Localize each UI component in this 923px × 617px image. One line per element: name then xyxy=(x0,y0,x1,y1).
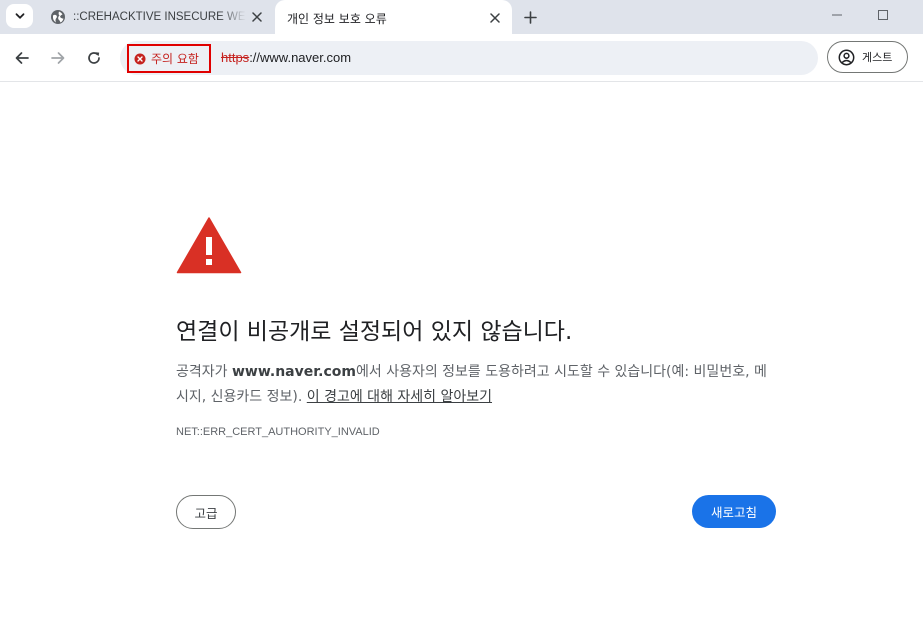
security-chip[interactable]: 주의 요함 xyxy=(127,44,211,73)
tab-crehacktive[interactable]: ::CREHACKTIVE INSECURE WEBSITE xyxy=(38,0,274,34)
new-tab-button[interactable] xyxy=(518,5,542,29)
learn-more-link[interactable]: 이 경고에 대해 자세히 알아보기 xyxy=(307,389,492,405)
arrow-right-icon xyxy=(51,52,65,64)
security-chip-label: 주의 요함 xyxy=(151,52,199,66)
url-host: ://www.naver.com xyxy=(249,50,352,65)
reload-toolbar-button[interactable] xyxy=(80,44,108,72)
close-icon xyxy=(490,13,500,23)
warning-triangle-icon xyxy=(176,217,242,274)
chevron-down-icon xyxy=(15,13,24,19)
url-text[interactable]: https://www.naver.com xyxy=(221,50,351,65)
arrow-left-icon xyxy=(15,52,29,64)
reload-icon xyxy=(88,52,100,64)
reload-page-button[interactable]: 새로고침 xyxy=(692,495,776,528)
error-circle-icon xyxy=(134,53,146,64)
maximize-icon xyxy=(878,10,888,20)
account-circle-icon xyxy=(838,49,855,65)
plus-icon xyxy=(523,10,537,24)
url-scheme: https xyxy=(221,50,250,65)
toolbar: 주의 요함 https://www.naver.com 게스트 xyxy=(0,34,923,82)
back-button[interactable] xyxy=(8,44,36,72)
desc-prefix: 공격자가 xyxy=(176,364,232,380)
tab-privacy-error[interactable]: 개인 정보 보호 오류 xyxy=(275,0,512,36)
globe-icon xyxy=(51,10,65,24)
tab-title: ::CREHACKTIVE INSECURE WEBSITE xyxy=(73,11,246,23)
tab-title: 개인 정보 보호 오류 xyxy=(287,11,387,26)
maximize-button[interactable] xyxy=(860,0,906,30)
forward-button[interactable] xyxy=(44,44,72,72)
tab-strip: ::CREHACKTIVE INSECURE WEBSITE 개인 정보 보호 … xyxy=(0,0,923,36)
tab-search-button[interactable] xyxy=(6,4,33,28)
profile-guest-button[interactable]: 게스트 xyxy=(827,41,908,73)
close-icon xyxy=(252,12,262,22)
minimize-icon xyxy=(832,14,842,16)
warning-description: 공격자가 www.naver.com에서 사용자의 정보를 도용하려고 시도할 … xyxy=(176,360,776,410)
desc-host: www.naver.com xyxy=(231,364,356,380)
tab-close-button[interactable] xyxy=(246,6,268,28)
page-heading: 연결이 비공개로 설정되어 있지 않습니다. xyxy=(176,319,573,345)
profile-label: 게스트 xyxy=(862,51,893,64)
tab-close-button[interactable] xyxy=(484,7,506,29)
advanced-button[interactable]: 고급 xyxy=(176,495,236,529)
minimize-button[interactable] xyxy=(814,0,860,30)
error-code: NET::ERR_CERT_AUTHORITY_INVALID xyxy=(176,426,380,438)
address-bar[interactable]: 주의 요함 https://www.naver.com xyxy=(120,41,818,75)
